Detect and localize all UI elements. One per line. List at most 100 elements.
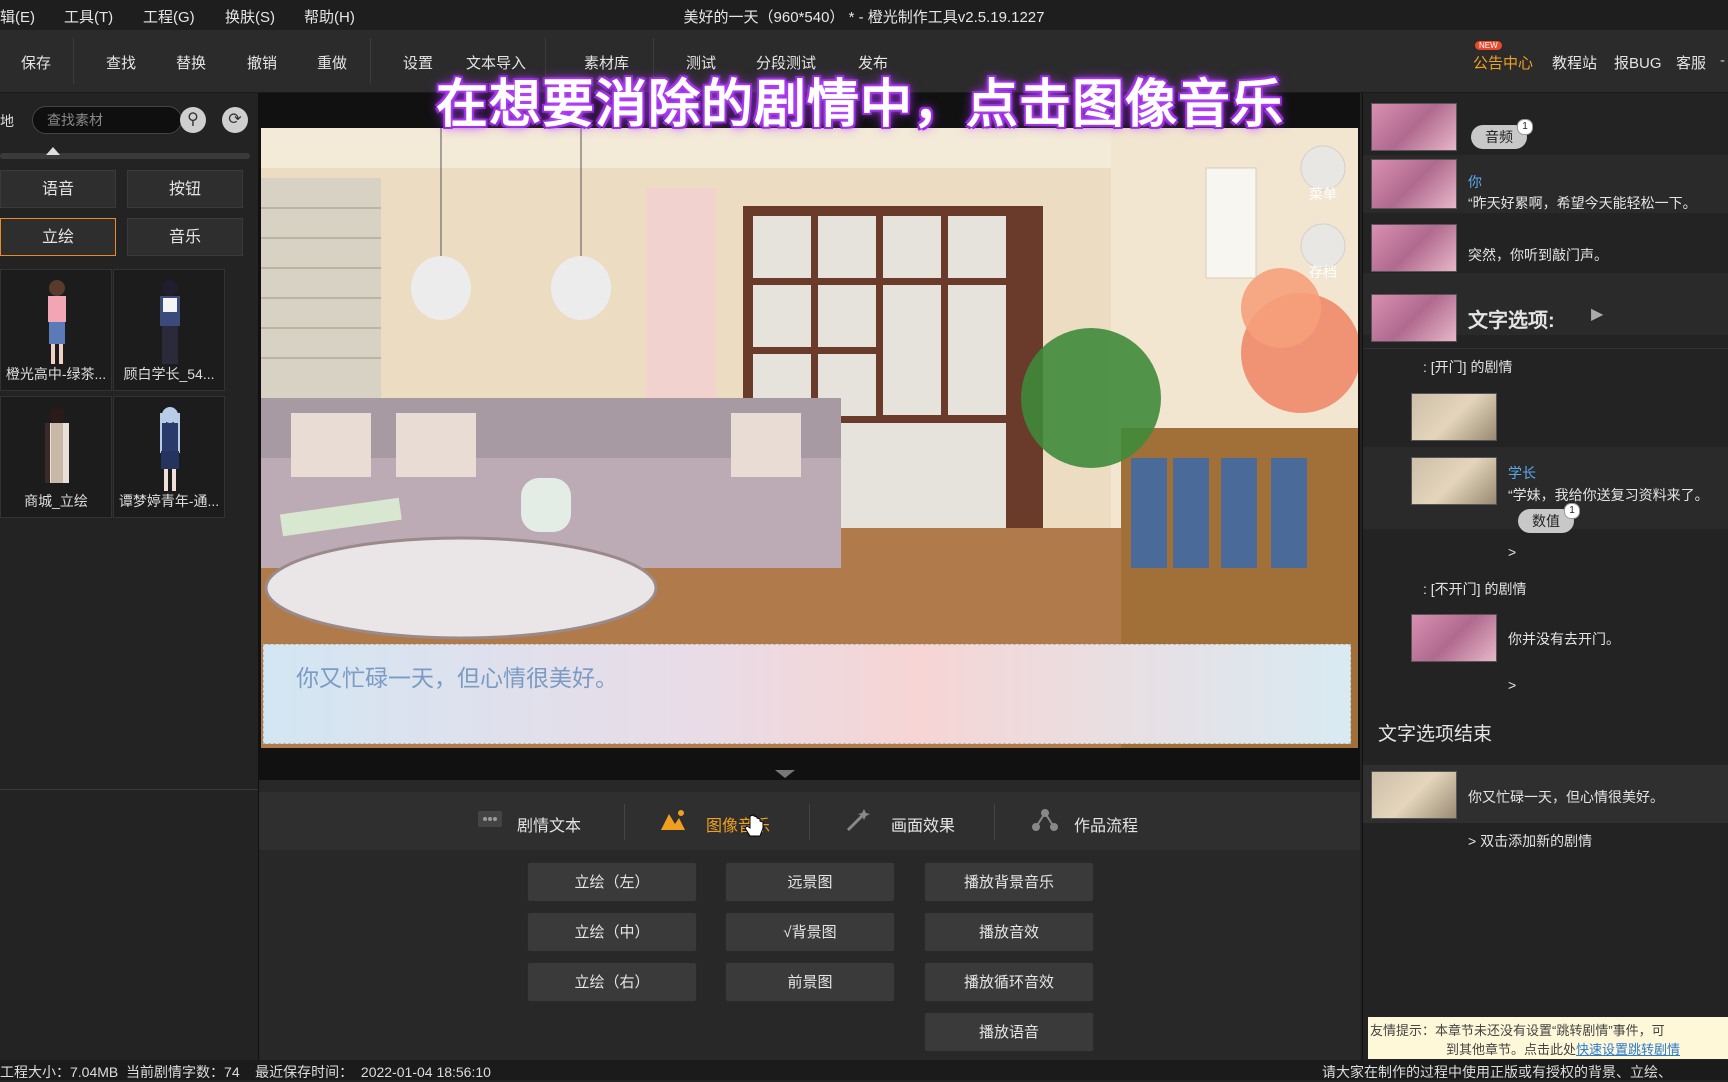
story-line: “昨天好累啊，希望今天能轻松一下。 [1468,195,1697,211]
row-divider [1363,348,1728,349]
redo-button[interactable]: 重做 [317,52,347,73]
tab-divider [624,804,625,840]
category-voice[interactable]: 语音 [0,170,116,208]
speaker-name: 学长 [1508,465,1536,481]
window-title: 美好的一天（960*540） * - 橙光制作工具v2.5.19.1227 [683,9,1045,26]
tip-text: 到其他章节。点击此处快速设置跳转剧情 [1446,1039,1680,1058]
speech-bubble-icon [478,811,502,827]
command-tabs: 剧情文本 图像音乐 画面效果 作品流程 [259,792,1360,850]
refresh-icon[interactable]: ⟳ [222,107,248,133]
tab-work-flow[interactable]: 作品流程 [1074,812,1138,836]
choice-end-label: 文字选项结束 [1378,724,1493,745]
collapse-arrow-icon[interactable] [775,770,795,778]
portrait-left-button[interactable]: 立绘（左） [527,862,697,902]
value-count-badge: 1 [1564,503,1580,519]
asset-label: 谭梦婷青年-通... [118,493,220,509]
category-music[interactable]: 音乐 [127,218,243,256]
dialog-box[interactable]: 你又忙碌一天，但心情很美好。 [263,644,1351,744]
continue-arrow[interactable]: > [1508,544,1516,560]
asset-label: 顾白学长_54... [123,366,215,382]
menu-bar: 辑(E) 工具(T) 工程(G) 换肤(S) 帮助(H) 美好的一天（960*5… [0,0,1728,30]
flow-icon [1032,809,1058,831]
tip-text-2: 到其他章节。点击此处 [1446,1042,1577,1057]
scene-thumbnail[interactable] [1411,614,1497,662]
scene-thumbnail[interactable] [1371,103,1457,151]
save-button[interactable]: 保存 [21,52,51,73]
scene-thumbnail[interactable] [1411,457,1497,505]
asset-label: 橙光高中-绿茶... [5,366,107,382]
asset-label: 商城_立绘 [24,493,88,509]
tab-screen-effects[interactable]: 画面效果 [891,812,955,836]
tip-text: 友情提示：本章节未还没有设置“跳转剧情”事件，可 [1370,1023,1665,1038]
play-bgm-button[interactable]: 播放背景音乐 [924,862,1094,902]
character-thumbnail [160,407,180,491]
game-preview[interactable]: 菜单 存档 你又忙碌一天，但心情很美好。 [261,128,1358,748]
continue-arrow[interactable]: > [1508,677,1516,693]
category-button[interactable]: 按钮 [127,170,243,208]
copyright-notice: 请大家在制作的过程中使用正版或有授权的背景、立绘、 [1322,1064,1672,1080]
image-icon [661,810,685,830]
asset-item[interactable]: 商城_立绘 [0,396,112,518]
story-line: “学妹，我给你送复习资料来了。 [1508,487,1709,503]
stage-menu-button[interactable]: 菜单 [1309,184,1337,204]
asset-search-input[interactable]: 查找素材 [32,106,182,134]
background-button[interactable]: √背景图 [725,912,895,952]
play-loop-sfx-button[interactable]: 播放循环音效 [924,962,1094,1002]
find-button[interactable]: 查找 [106,52,136,73]
panel-side-label: 地 [0,113,14,129]
play-voice-button[interactable]: 播放语音 [924,1012,1094,1052]
toolbar-divider [73,38,74,84]
audio-count-badge: 1 [1517,119,1533,135]
branch-label: : [不开门] 的剧情 [1423,581,1527,597]
dialog-text: 你又忙碌一天，但心情很美好。 [296,665,618,691]
report-bug-button[interactable]: 报BUG [1614,52,1662,73]
choice-title: 文字选项: [1468,310,1555,332]
stage-save-button[interactable]: 存档 [1309,262,1337,282]
slider-handle[interactable] [46,147,60,155]
scene-thumbnail[interactable] [1371,159,1457,209]
search-icon[interactable]: ⚲ [180,107,206,133]
story-panel: 音频 1 你 “昨天好累啊，希望今天能轻松一下。 突然，你听到敲门声。 文字选项… [1362,93,1728,1060]
replace-button[interactable]: 替换 [176,52,206,73]
tutorial-caption: 在想要消除的剧情中，点击图像音乐 [435,76,1284,134]
story-line: 你又忙碌一天，但心情很美好。 [1468,789,1664,805]
mouse-cursor-icon [744,814,764,837]
category-portrait[interactable]: 立绘 [0,218,116,256]
command-panel: 剧情文本 图像音乐 画面效果 作品流程 立绘（左） 立绘（中） 立绘（右） 远景… [259,780,1360,1060]
notice-center-button[interactable]: 公告中心 [1473,52,1533,73]
character-thumbnail [160,280,180,364]
character-thumbnail [48,280,66,364]
tab-story-text[interactable]: 剧情文本 [517,812,581,836]
expand-arrow-icon[interactable]: ▶ [1591,304,1603,324]
portrait-right-button[interactable]: 立绘（右） [527,962,697,1002]
story-line: 你并没有去开门。 [1508,631,1620,647]
add-story-link[interactable]: > 双击添加新的剧情 [1468,831,1592,851]
status-text: 工程大小：7.04MB 当前剧情字数：74 最近保存时间： 2022-01-04… [0,1064,491,1080]
asset-panel: 地 查找素材 ⚲ ⟳ 语音 按钮 立绘 音乐 橙光高中-绿茶... 顾白学长_5… [0,93,259,1060]
tutorial-button[interactable]: 教程站 [1552,52,1597,73]
magic-wand-icon [846,809,870,832]
zoom-slider[interactable] [0,147,250,159]
play-sfx-button[interactable]: 播放音效 [924,912,1094,952]
scene-thumbnail[interactable] [1411,393,1497,441]
asset-item[interactable]: 橙光高中-绿茶... [0,269,112,391]
toolbar-divider [370,38,371,84]
portrait-center-button[interactable]: 立绘（中） [527,912,697,952]
status-bar: 工程大小：7.04MB 当前剧情字数：74 最近保存时间： 2022-01-04… [0,1060,1728,1080]
scene-thumbnail[interactable] [1371,771,1457,819]
scene-thumbnail[interactable] [1371,224,1457,272]
speaker-name: 你 [1468,174,1482,190]
quick-jump-link[interactable]: 快速设置跳转剧情 [1576,1042,1680,1057]
undo-button[interactable]: 撤销 [247,52,277,73]
scene-thumbnail[interactable] [1371,294,1457,342]
foreground-button[interactable]: 前景图 [725,962,895,1002]
more-icon[interactable]: - [1720,52,1725,69]
support-button[interactable]: 客服 [1676,52,1706,73]
tab-divider [809,804,810,840]
tab-divider [994,804,995,840]
asset-item[interactable]: 顾白学长_54... [113,269,225,391]
distant-view-button[interactable]: 远景图 [725,862,895,902]
branch-label: : [开门] 的剧情 [1423,359,1513,375]
new-badge: NEW [1475,41,1502,50]
asset-item[interactable]: 谭梦婷青年-通... [113,396,225,518]
